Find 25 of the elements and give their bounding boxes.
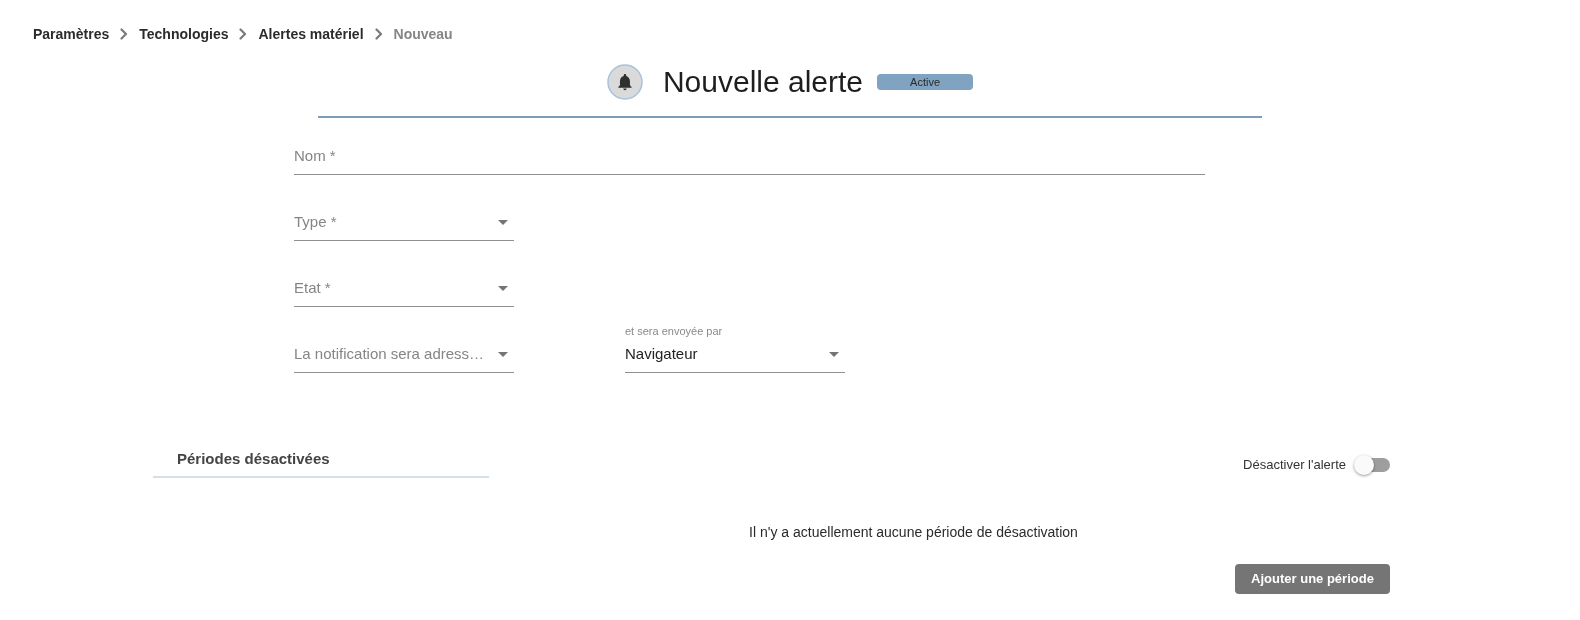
toggle-label: Désactiver l'alerte — [1243, 456, 1346, 474]
chevron-right-icon — [120, 28, 129, 40]
dropdown-select[interactable]: Type * — [294, 210, 514, 241]
chevron-right-icon — [374, 28, 383, 40]
caret-icon — [829, 351, 839, 357]
add-period-button[interactable]: Ajouter une période — [1235, 564, 1390, 594]
toggle-switch[interactable] — [1354, 455, 1390, 475]
dropdown-select[interactable]: Etat * — [294, 276, 514, 307]
page-title: Nouvelle alerte — [662, 64, 864, 100]
channel-select[interactable]: Navigateur — [625, 342, 845, 373]
empty-state-message: Il n'y a actuellement aucune période de désactivation — [749, 523, 1078, 542]
status-badge: Active — [877, 74, 974, 90]
recipient-select[interactable]: La notification sera adress… — [294, 342, 514, 373]
caret-icon — [498, 351, 508, 357]
caret-icon — [498, 219, 508, 225]
bell-icon — [606, 64, 643, 100]
breadcrumb-link[interactable]: Alertes matériel — [258, 24, 364, 44]
caret-icon — [498, 285, 508, 291]
breadcrumb-link[interactable]: Nouveau — [393, 24, 453, 44]
section-title: Périodes désactivées — [177, 449, 331, 469]
breadcrumb-link[interactable]: Paramètres — [33, 24, 110, 44]
name-field[interactable]: Nom * — [294, 144, 1205, 175]
chevron-right-icon — [239, 28, 248, 40]
field-label: et sera envoyée par — [625, 324, 724, 339]
breadcrumb-link[interactable]: Technologies — [139, 24, 229, 44]
